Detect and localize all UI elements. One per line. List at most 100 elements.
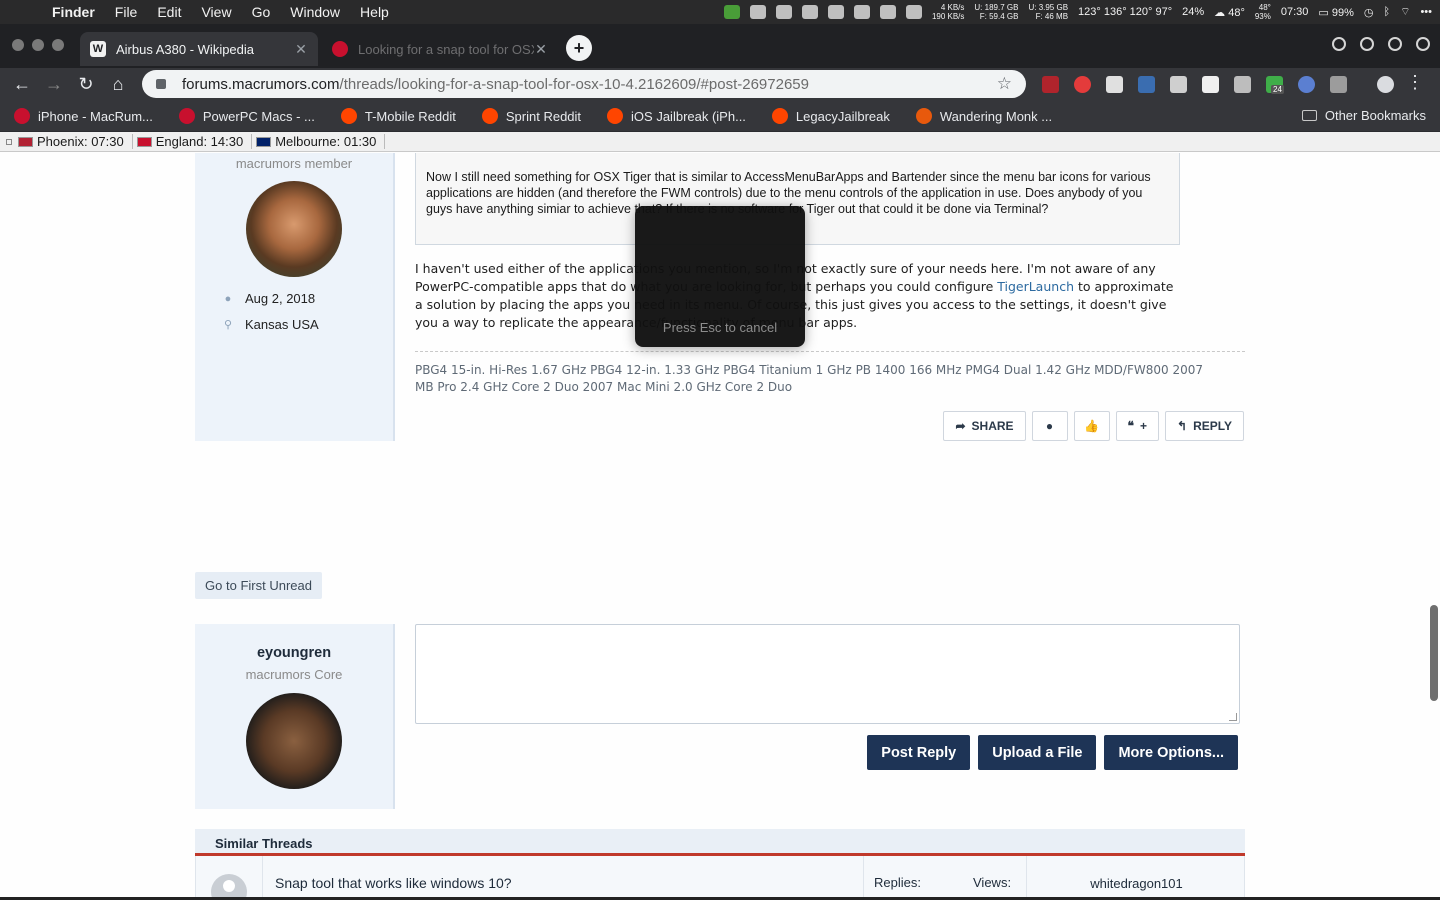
bookmark-ios-jailbreak[interactable]: iOS Jailbreak (iPh... [607, 108, 746, 124]
bookmark-wandering-monk[interactable]: Wandering Monk ... [915, 108, 1052, 124]
menu-view[interactable]: View [191, 0, 241, 24]
signature-divider [415, 351, 1245, 352]
drive-icon[interactable] [905, 5, 922, 19]
reddit-icon [607, 108, 624, 124]
extension-icon-7[interactable] [1234, 76, 1251, 93]
clock-melbourne[interactable]: Melbourne: 01:30 [256, 134, 386, 149]
share-button[interactable]: ➦ SHARE [943, 411, 1026, 441]
cloud-upload-icon[interactable] [827, 5, 844, 19]
report-button[interactable]: ● [1031, 411, 1068, 441]
tigerlaunch-link[interactable]: TigerLaunch [997, 279, 1074, 294]
more-options-button[interactable]: More Options... [1104, 735, 1238, 770]
extra-icon-b[interactable] [1360, 37, 1374, 51]
bookmark-iphone-macrumors[interactable]: iPhone - MacRum... [14, 108, 153, 124]
bookmark-star-icon[interactable]: ☆ [997, 74, 1012, 94]
home-button[interactable]: ⌂ [106, 72, 130, 96]
browser-toolbar: ← → ↻ ⌂ forums.macrumors.com/threads/loo… [0, 68, 1440, 101]
menu-window[interactable]: Window [280, 0, 350, 24]
extra-icon-c[interactable] [1388, 37, 1402, 51]
zoom-window-button[interactable] [52, 39, 64, 51]
other-bookmarks[interactable]: Other Bookmarks [1301, 108, 1426, 123]
resize-handle-icon[interactable] [1229, 713, 1237, 721]
address-bar[interactable]: forums.macrumors.com/threads/looking-for… [142, 70, 1026, 98]
forward-button[interactable]: → [42, 72, 66, 96]
macos-menu-bar: Finder File Edit View Go Window Help 4 K… [0, 0, 1440, 24]
steam-icon[interactable] [801, 5, 818, 19]
reply-icon: ↰ [1177, 419, 1188, 433]
like-button[interactable]: 👍 [1073, 411, 1110, 441]
bookmark-legacyjailbreak[interactable]: LegacyJailbreak [771, 108, 890, 124]
close-tab-icon[interactable]: ✕ [294, 41, 308, 58]
cpu-readout[interactable]: 24% [1182, 6, 1204, 18]
close-tab-icon[interactable]: ✕ [534, 41, 548, 58]
extra-icon-a[interactable] [1332, 37, 1346, 51]
dropbox-icon[interactable] [853, 5, 870, 19]
extension-icon-9[interactable] [1298, 76, 1315, 93]
browser-menu-icon[interactable]: ⋮ [1406, 72, 1424, 93]
bartender-icon[interactable] [749, 5, 766, 19]
weather-readout[interactable]: ☁ 48° [1214, 6, 1245, 19]
extension-icon-8[interactable]: 24 [1266, 76, 1284, 94]
tab-wikipedia[interactable]: W Airbus A380 - Wikipedia ✕ [80, 32, 318, 66]
menu-help[interactable]: Help [350, 0, 399, 24]
reply-button[interactable]: ↰ REPLY [1165, 411, 1244, 441]
tab-macrumors[interactable]: Looking for a snap tool for OSX ✕ [322, 32, 558, 66]
network-meter[interactable]: 4 KB/s 190 KB/s [932, 3, 964, 21]
block-icon[interactable] [1074, 76, 1091, 93]
multi-quote-button[interactable]: ❝ + [1115, 411, 1160, 441]
reply-username[interactable]: eyoungren [195, 645, 393, 661]
cpu-meter-icon[interactable] [723, 5, 740, 19]
tab-title: Airbus A380 - Wikipedia [116, 41, 255, 57]
profile-avatar[interactable] [1377, 76, 1394, 93]
avatar[interactable] [246, 181, 342, 277]
bookmark-tmobile-reddit[interactable]: T-Mobile Reddit [340, 108, 456, 124]
reddit-icon [771, 108, 788, 124]
upload-file-button[interactable]: Upload a File [978, 735, 1097, 770]
page-scrollbar[interactable] [1430, 605, 1438, 701]
extension-icon-10[interactable] [1330, 76, 1347, 93]
reply-avatar[interactable] [246, 693, 342, 789]
menu-edit[interactable]: Edit [147, 0, 191, 24]
clock-phoenix[interactable]: Phoenix: 07:30 [18, 134, 133, 149]
menu-file[interactable]: File [105, 0, 148, 24]
extension-badge: 24 [1271, 85, 1284, 94]
memory-meter[interactable]: U: 3.95 GB F: 46 MB [1028, 3, 1068, 21]
post-reply-button[interactable]: Post Reply [867, 735, 971, 770]
radiation-icon[interactable] [879, 5, 896, 19]
last-poster[interactable]: whitedragon101 [1026, 856, 1246, 900]
go-to-first-unread-button[interactable]: Go to First Unread [195, 572, 322, 599]
extension-icon-3[interactable] [1106, 76, 1123, 93]
menu-finder[interactable]: Finder [52, 0, 105, 24]
bookmark-sprint-reddit[interactable]: Sprint Reddit [481, 108, 581, 124]
wifi-icon[interactable]: ⌔ [1400, 5, 1410, 19]
close-window-button[interactable] [12, 39, 24, 51]
temperature-readout[interactable]: 123° 136° 120° 97° [1078, 6, 1172, 18]
time-machine-icon[interactable]: ◷ [1364, 6, 1374, 19]
new-tab-button[interactable]: + [566, 35, 592, 61]
reload-button[interactable]: ↻ [74, 72, 98, 96]
disk-meter[interactable]: U: 189.7 GB F: 59.4 GB [974, 3, 1018, 21]
grip-icon[interactable] [6, 138, 12, 145]
gear-icon[interactable] [1416, 37, 1430, 51]
bluetooth-icon[interactable]: ᛒ [1383, 6, 1390, 18]
views-label: Views: [973, 875, 1012, 890]
humidity-readout[interactable]: 48° 93% [1255, 3, 1271, 21]
minimize-window-button[interactable] [32, 39, 44, 51]
lock-icon[interactable] [156, 79, 166, 89]
bookmark-powerpc-macs[interactable]: PowerPC Macs - ... [178, 108, 315, 124]
post-actions: ➦ SHARE ● 👍 ❝ + ↰ REPLY [943, 411, 1244, 441]
back-button[interactable]: ← [10, 72, 34, 96]
menu-app-icon[interactable] [775, 5, 792, 19]
list-item[interactable]: Snap tool that works like windows 10? Re… [195, 856, 1245, 900]
more-icon[interactable]: ••• [1420, 6, 1432, 18]
battery-readout[interactable]: ▭ 99% [1318, 6, 1353, 19]
extension-icon-4[interactable] [1138, 76, 1155, 93]
extension-icon-1[interactable] [1042, 76, 1059, 93]
extension-icon-6[interactable] [1202, 76, 1219, 93]
menu-go[interactable]: Go [242, 0, 281, 24]
thread-title[interactable]: Snap tool that works like windows 10? [262, 856, 864, 900]
reply-textarea[interactable] [415, 624, 1240, 724]
extension-icon-5[interactable] [1170, 76, 1187, 93]
clock-england[interactable]: England: 14:30 [136, 134, 253, 149]
clock-readout[interactable]: 07:30 [1281, 6, 1309, 18]
